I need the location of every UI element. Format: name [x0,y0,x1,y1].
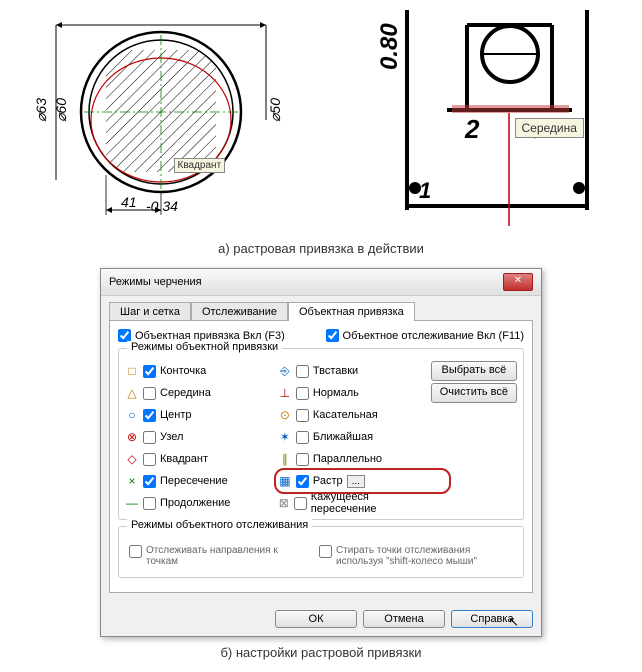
snap-Ближайшая[interactable]: ✶Ближайшая [278,427,419,447]
dim-63: ⌀63 [36,98,49,122]
clear-all-button[interactable]: Очистить всё [431,383,517,403]
snap-Середина[interactable]: △Середина [125,383,266,403]
highlight-bar [452,105,569,113]
svg-text:0.80: 0.80 [376,23,403,70]
drawing-right: 0.80 2 5 1 Середина [347,10,607,233]
chk-otrack-on[interactable]: Объектное отслеживание Вкл (F11) [326,329,524,342]
group-snap-title: Режимы объектной привязки [127,341,282,353]
tab-grid[interactable]: Шаг и сетка [109,302,191,321]
group-track-modes: Режимы объектного отслеживания Отслежива… [118,526,524,578]
caption-b: б) настройки растровой привязки [0,645,642,660]
close-button[interactable]: ✕ [503,273,533,291]
chk-erase-points[interactable]: Стирать точки отслеживания используя "sh… [319,545,479,567]
caption-a: а) растровая привязка в действии [0,241,642,256]
dim-41: 41 [121,194,137,210]
titlebar[interactable]: Режимы черчения ✕ [101,269,541,296]
svg-text:2: 2 [464,114,480,144]
raster-options-button[interactable]: ... [347,475,365,488]
snap-Узел[interactable]: ⊗Узел [125,427,266,447]
tooltip-seredina: Середина [515,118,584,138]
snap-Продолжение[interactable]: —Продолжение [125,493,266,513]
group-snap-modes: Режимы объектной привязки □Конточка⎆Твст… [118,348,524,520]
tab-content: Объектная привязка Вкл (F3) Объектное от… [109,320,533,593]
dim-50: ⌀50 [267,98,283,122]
dim-60: ⌀60 [53,98,69,122]
snap-Пересечение[interactable]: ×Пересечение [125,471,266,491]
snap-Растр[interactable]: ▦Растр ... [278,471,419,491]
select-all-button[interactable]: Выбрать всё [431,361,517,381]
dim-034: -0.34 [146,198,178,214]
tabs: Шаг и сетка Отслеживание Объектная привя… [101,296,541,321]
group-track-title: Режимы объектного отслеживания [127,519,312,531]
tooltip-kvadrant: Квадрант [174,158,226,173]
snap-Центр[interactable]: ○Центр [125,405,266,425]
chk-track-dirs[interactable]: Отслеживать направления к точкам [129,545,289,567]
dialog-drafting-modes: Режимы черчения ✕ Шаг и сетка Отслеживан… [100,268,542,637]
ok-button[interactable]: ОК [275,610,357,628]
drawing-left: ⌀63 ⌀60 ⌀50 41 -0.34 Квадрант [36,10,296,233]
snap-Нормаль[interactable]: ⊥Нормаль [278,383,419,403]
drawings-section: ⌀63 ⌀60 ⌀50 41 -0.34 Квадрант [0,0,642,233]
tab-osnap[interactable]: Объектная привязка [288,302,415,321]
snap-Квадрант[interactable]: ◇Квадрант [125,449,266,469]
dialog-title: Режимы черчения [109,276,202,288]
snap-Касательная[interactable]: ⊙Касательная [278,405,419,425]
help-button[interactable]: Справка [451,610,533,628]
snap-Конточка[interactable]: □Конточка [125,361,266,381]
tab-tracking[interactable]: Отслеживание [191,302,288,321]
snap-Твставки[interactable]: ⎆Твставки [278,361,419,381]
svg-text:1: 1 [419,178,431,203]
snap-Кажущееся пересечение[interactable]: ⊠Кажущееся пересечение [278,493,419,513]
cancel-button[interactable]: Отмена [363,610,445,628]
snap-Параллельно[interactable]: ∥Параллельно [278,449,419,469]
